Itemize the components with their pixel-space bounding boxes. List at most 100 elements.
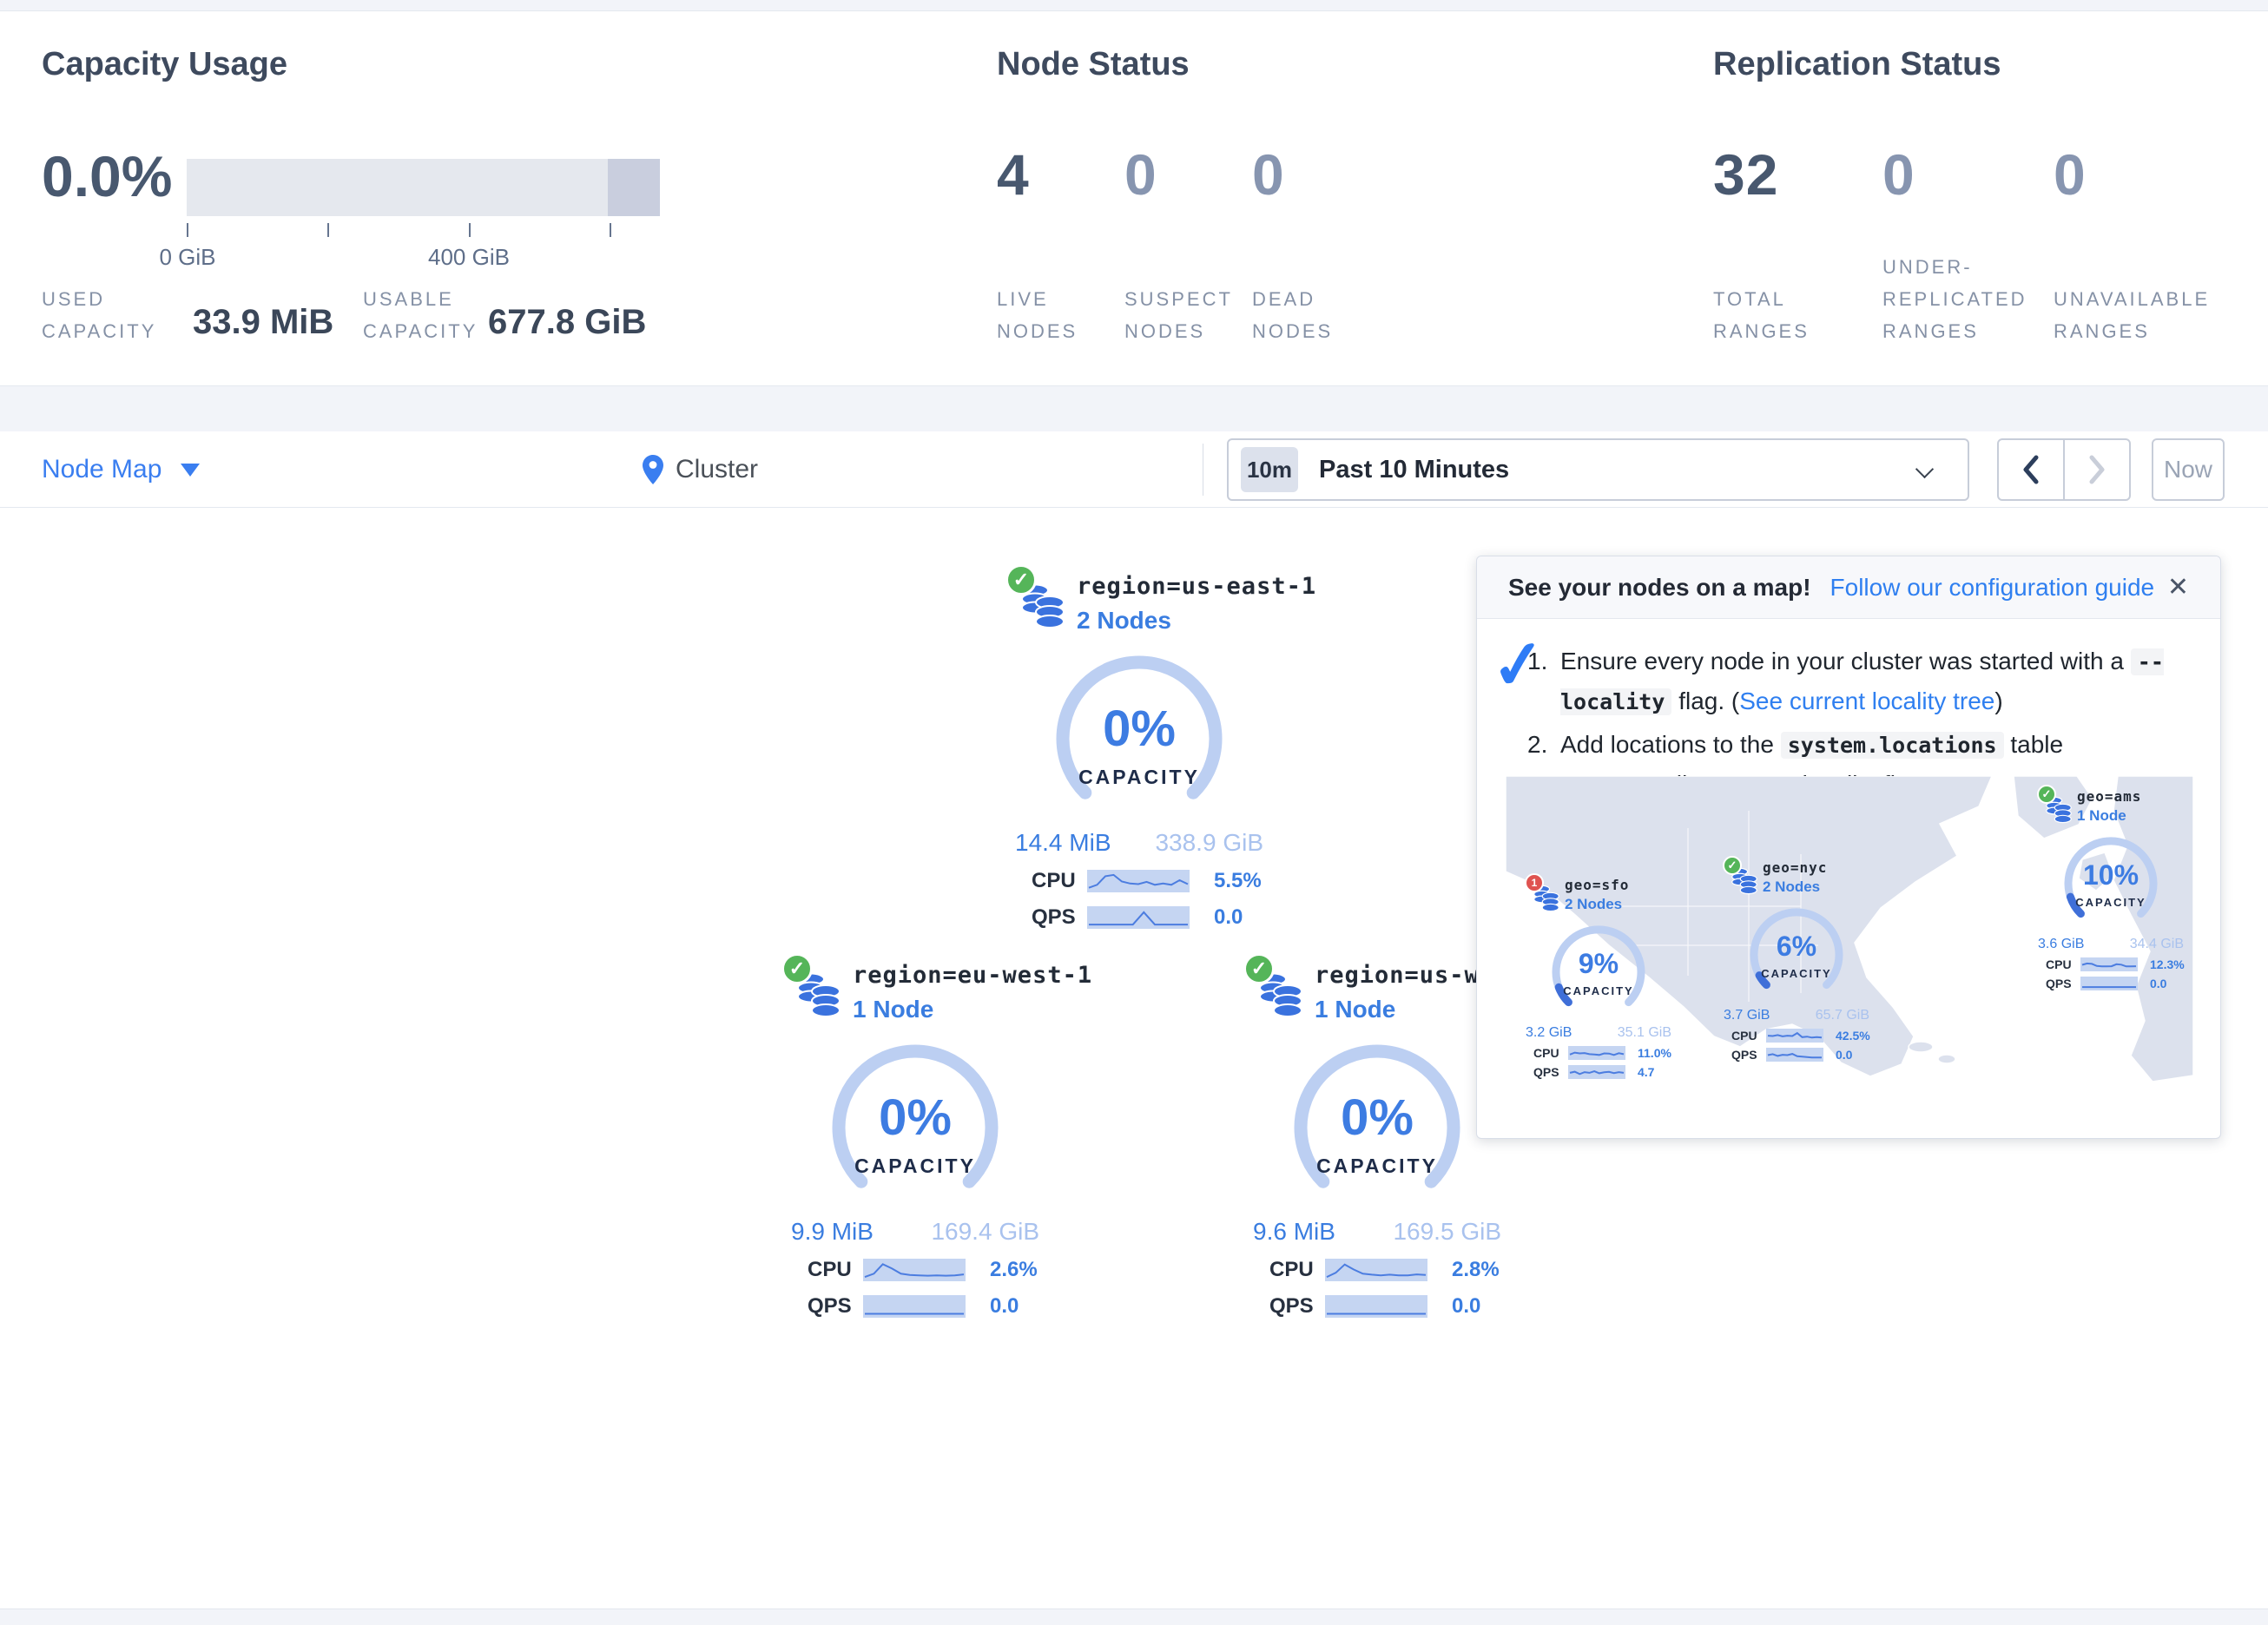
qps-value: 4.7 xyxy=(1638,1065,1654,1079)
qps-label: QPS xyxy=(1269,1294,1325,1319)
region-card-eu-west-1[interactable]: ✓ region=eu-west-1 1 Node xyxy=(781,953,1129,1319)
capacity-percent: 0% xyxy=(1025,700,1254,758)
configuration-guide-link[interactable]: Follow our configuration guide xyxy=(1830,574,2155,602)
qps-metric-row: QPS 0.0 xyxy=(1032,905,1353,930)
map-setup-popup: See your nodes on a map! Follow our conf… xyxy=(1476,556,2221,1139)
region-card-header: ✓ geo=ams 1 Node xyxy=(2037,785,2192,830)
cpu-value: 2.6% xyxy=(990,1258,1038,1282)
cpu-sparkline xyxy=(1087,870,1190,892)
cpu-value: 12.3% xyxy=(2150,957,2185,971)
region-icon: ✓ xyxy=(781,953,853,1031)
cpu-label: CPU xyxy=(1533,1046,1568,1060)
suspect-nodes-count: 0 xyxy=(1124,141,1157,207)
used-capacity-value: 33.9 MiB xyxy=(193,303,333,342)
region-icon: ✓ xyxy=(1005,564,1077,642)
capacity-values: 3.7 GiB 65.7 GiB xyxy=(1724,1008,1869,1023)
cpu-sparkline xyxy=(1325,1259,1427,1281)
capacity-used: 9.6 MiB xyxy=(1253,1218,1335,1246)
panel-divider xyxy=(0,386,2268,431)
capacity-used: 3.7 GiB xyxy=(1724,1008,1770,1023)
popup-title: See your nodes on a map! xyxy=(1508,574,1811,602)
usable-capacity-label: USABLE CAPACITY xyxy=(363,283,502,347)
capacity-percent: 10% xyxy=(2046,859,2176,891)
capacity-label: CAPACITY xyxy=(801,1155,1030,1178)
node-status-title: Node Status xyxy=(997,46,1190,83)
qps-metric-row: QPS 0.0 xyxy=(2046,977,2192,990)
cpu-metric-row: CPU 11.0% xyxy=(1533,1046,1690,1060)
now-button[interactable]: Now xyxy=(2152,438,2225,501)
capacity-total: 169.5 GiB xyxy=(1393,1218,1501,1246)
replication-status-title: Replication Status xyxy=(1713,46,2001,83)
capacity-percent: 9% xyxy=(1533,948,1664,980)
region-card-labels: geo=nyc 2 Nodes xyxy=(1763,856,1827,901)
code-snippet: system.locations xyxy=(1781,732,2004,759)
status-ok-icon: ✓ xyxy=(1723,856,1742,875)
region-card-labels: geo=sfo 2 Nodes xyxy=(1565,873,1629,918)
cpu-value: 5.5% xyxy=(1214,869,1262,893)
status-ok-icon: ✓ xyxy=(781,953,813,984)
capacity-gauge: 10% CAPACITY xyxy=(2046,835,2176,935)
region-card-labels: region=us-east-1 2 Nodes xyxy=(1077,564,1316,642)
geo-card-sfo[interactable]: 1 geo=sfo 2 Nodes xyxy=(1525,873,1690,1079)
status-error-badge: 1 xyxy=(1525,873,1544,892)
capacity-total: 169.4 GiB xyxy=(931,1218,1039,1246)
capacity-gauge: 0% CAPACITY xyxy=(1025,655,1254,824)
qps-value: 0.0 xyxy=(2150,977,2166,990)
time-nav-buttons xyxy=(1997,438,2131,501)
capacity-total: 338.9 GiB xyxy=(1155,829,1263,857)
capacity-gauge: 0% CAPACITY xyxy=(1263,1043,1492,1213)
qps-value: 0.0 xyxy=(990,1294,1019,1319)
time-next-button[interactable] xyxy=(2063,438,2131,501)
region-name: region=eu-west-1 xyxy=(853,962,1092,989)
capacity-used: 14.4 MiB xyxy=(1015,829,1111,857)
breadcrumb[interactable]: Cluster xyxy=(643,431,758,508)
region-card-labels: region=eu-west-1 1 Node xyxy=(853,953,1092,1031)
capacity-total: 35.1 GiB xyxy=(1618,1025,1671,1041)
qps-sparkline xyxy=(1325,1295,1427,1318)
chevron-left-icon xyxy=(2021,455,2041,484)
cpu-value: 11.0% xyxy=(1638,1046,1671,1060)
capacity-gauge: 0% CAPACITY xyxy=(801,1043,1030,1213)
step-done-check-icon: ✓ xyxy=(1487,623,1551,706)
capacity-percent: 0% xyxy=(1263,1089,1492,1147)
cpu-metric-row: CPU 2.6% xyxy=(808,1258,1129,1282)
close-icon[interactable]: ✕ xyxy=(2167,572,2189,602)
footer-strip xyxy=(0,1609,2268,1625)
capacity-axis-tick xyxy=(469,223,471,237)
qps-label: QPS xyxy=(1032,905,1087,930)
capacity-values: 3.2 GiB 35.1 GiB xyxy=(1526,1025,1671,1041)
qps-sparkline xyxy=(2080,977,2138,990)
qps-label: QPS xyxy=(1533,1065,1568,1079)
region-card-labels: geo=ams 1 Node xyxy=(2077,785,2141,830)
capacity-label: CAPACITY xyxy=(1533,984,1664,997)
qps-sparkline xyxy=(1766,1048,1823,1062)
geo-card-ams[interactable]: ✓ geo=ams 1 Node xyxy=(2037,785,2192,990)
region-card-us-east-1[interactable]: ✓ region=us-east-1 2 Nodes xyxy=(1005,564,1353,930)
qps-sparkline xyxy=(863,1295,966,1318)
unavailable-ranges-count: 0 xyxy=(2054,141,2087,207)
region-name: geo=ams xyxy=(2077,788,2141,805)
unavailable-ranges-label: UNAVAILABLE RANGES xyxy=(2054,283,2262,347)
region-name: geo=nyc xyxy=(1763,859,1827,876)
capacity-axis-label-400: 400 GiB xyxy=(408,244,530,271)
region-node-count: 1 Node xyxy=(853,996,1092,1023)
cpu-label: CPU xyxy=(1731,1029,1766,1043)
cpu-metric-row: CPU 5.5% xyxy=(1032,869,1353,893)
breadcrumb-label: Cluster xyxy=(676,455,758,484)
qps-label: QPS xyxy=(1731,1048,1766,1062)
time-range-dropdown[interactable]: 10m Past 10 Minutes xyxy=(1227,438,1969,501)
region-icon: ✓ xyxy=(1243,953,1315,1031)
time-prev-button[interactable] xyxy=(1997,438,2065,501)
region-icon: 1 xyxy=(1525,873,1565,918)
geo-card-nyc[interactable]: ✓ geo=nyc 2 Nodes xyxy=(1723,856,1888,1062)
cpu-value: 42.5% xyxy=(1836,1029,1870,1043)
locality-tree-link[interactable]: See current locality tree xyxy=(1739,688,1994,714)
cpu-sparkline xyxy=(1766,1029,1823,1043)
qps-metric-row: QPS 0.0 xyxy=(1269,1294,1591,1319)
cpu-metric-row: CPU 42.5% xyxy=(1731,1029,1888,1043)
cpu-sparkline xyxy=(2080,957,2138,971)
region-card-header: ✓ region=us-east-1 2 Nodes xyxy=(1005,564,1353,642)
view-selector-dropdown[interactable]: Node Map xyxy=(42,431,200,508)
under-replicated-ranges-count: 0 xyxy=(1882,141,1915,207)
cpu-sparkline xyxy=(1568,1046,1625,1060)
